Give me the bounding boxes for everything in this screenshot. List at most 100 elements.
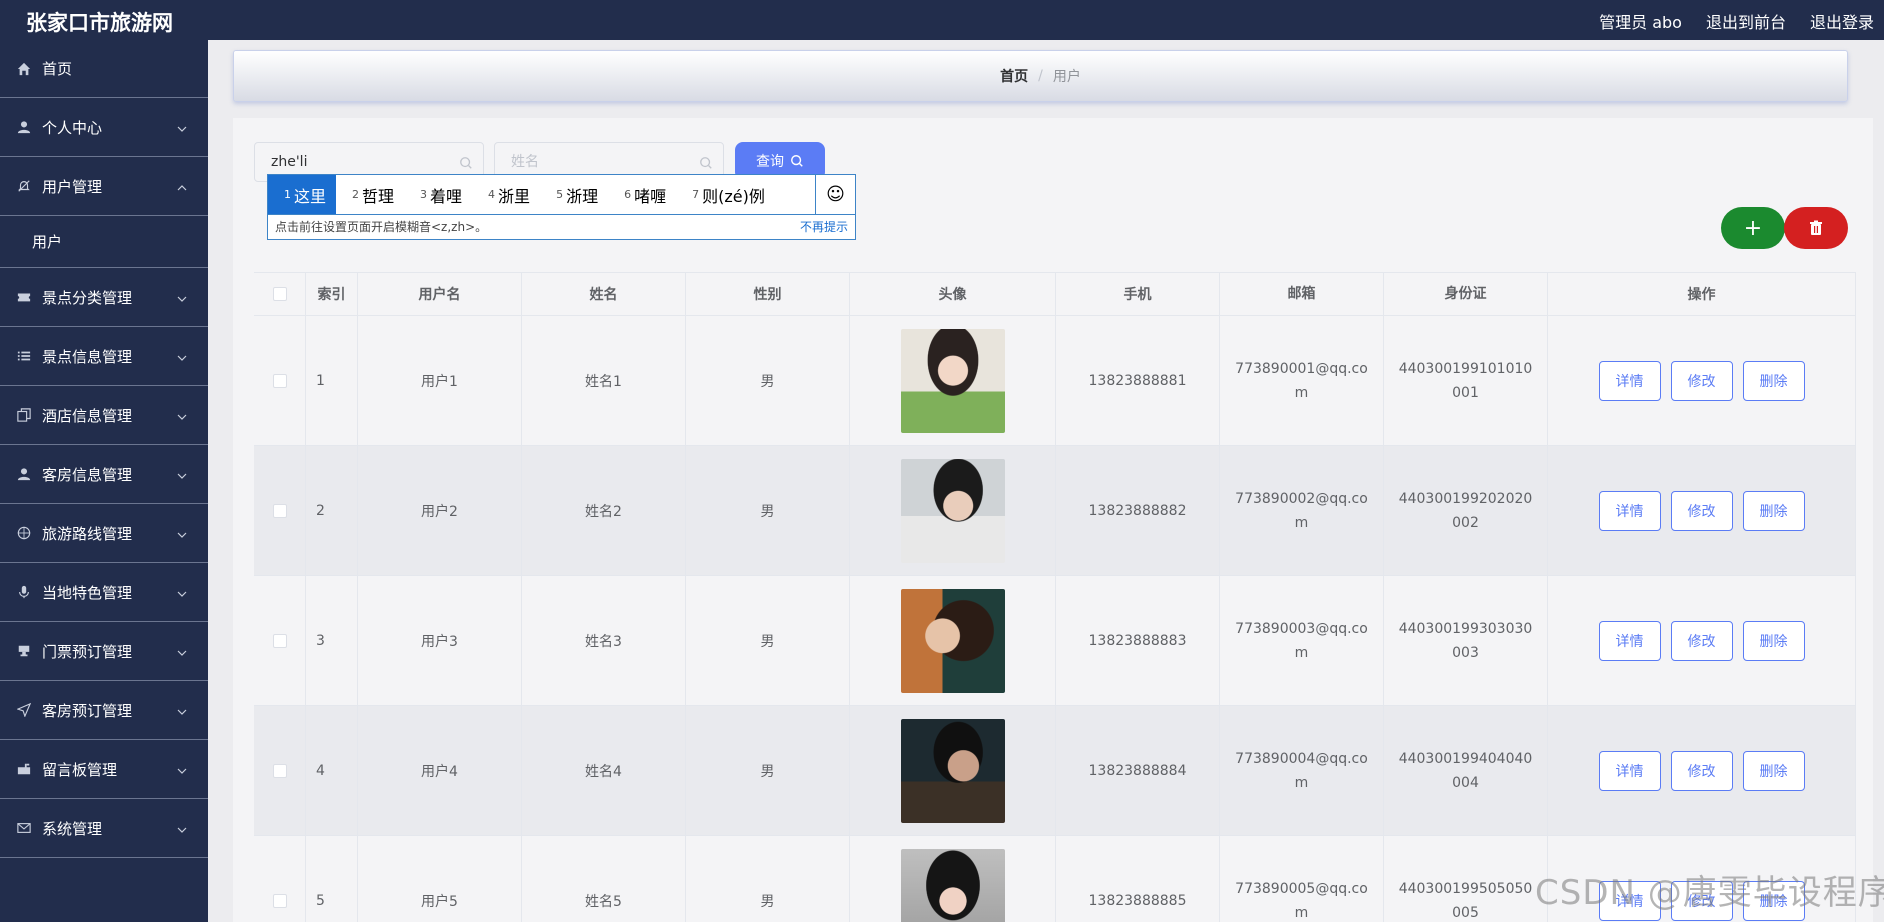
ime-candidate-list: 1 这里 2 哲理 3 着哩 4 浙里 5 浙理 6 啫喱 7 则(zé)例 ☺: [268, 175, 855, 215]
cell-avatar: [850, 446, 1056, 575]
detail-button[interactable]: 详情: [1598, 360, 1661, 401]
row-select-cell: [254, 706, 306, 835]
chevron-down-icon: [176, 822, 188, 834]
add-button[interactable]: +: [1721, 207, 1785, 249]
sidebar-item[interactable]: 系统管理: [0, 799, 208, 858]
search-icon: [460, 157, 472, 169]
sidebar-item[interactable]: 客房信息管理: [0, 445, 208, 504]
batch-delete-button[interactable]: [1784, 207, 1848, 249]
ime-hint-bar: 点击前往设置页面开启模糊音<z,zh>。 不再提示: [268, 215, 855, 238]
cell-phone: 13823888881: [1056, 316, 1220, 445]
sidebar-item-label: 当地特色管理: [42, 583, 133, 602]
exit-to-front-link[interactable]: 退出到前台: [1706, 9, 1786, 33]
plus-icon: +: [1743, 215, 1763, 241]
cell-email: 773890001@qq.com: [1220, 316, 1384, 445]
detail-button[interactable]: 详情: [1598, 490, 1661, 531]
logout-link[interactable]: 退出登录: [1810, 9, 1874, 33]
cell-sex: 男: [686, 706, 850, 835]
delete-button[interactable]: 删除: [1742, 360, 1805, 401]
header-avatar: 头像: [850, 273, 1056, 315]
ime-candidate[interactable]: 6 啫喱: [608, 175, 676, 214]
chevron-down-icon: [176, 527, 188, 539]
ime-candidate[interactable]: 4 浙里: [472, 175, 540, 214]
chevron-up-icon: [176, 180, 188, 192]
breadcrumb-home[interactable]: 首页: [1000, 66, 1028, 86]
ime-no-more-link[interactable]: 不再提示: [800, 218, 848, 235]
chevron-down-icon: [176, 468, 188, 480]
cell-ops: 详情 修改 删除: [1548, 576, 1856, 705]
chevron-down-icon: [176, 409, 188, 421]
edit-button[interactable]: 修改: [1670, 750, 1733, 791]
ime-candidate[interactable]: 7 则(zé)例: [676, 175, 775, 214]
edit-button[interactable]: 修改: [1670, 620, 1733, 661]
sidebar-item[interactable]: 景点分类管理: [0, 268, 208, 327]
breadcrumb-separator: /: [1038, 68, 1043, 84]
list-icon: [16, 348, 32, 364]
cell-username: 用户3: [358, 576, 522, 705]
admin-user-label: 管理员 abo: [1599, 13, 1682, 32]
ime-candidate[interactable]: 1 这里: [268, 175, 337, 214]
ime-hint-text[interactable]: 点击前往设置页面开启模糊音<z,zh>。: [275, 218, 487, 235]
avatar: [900, 718, 1005, 823]
row-checkbox[interactable]: [272, 503, 287, 518]
cell-sex: 男: [686, 446, 850, 575]
ime-candidate[interactable]: 3 着哩: [404, 175, 472, 214]
site-title: 张家口市旅游网: [26, 11, 173, 35]
ime-candidate-number: 4: [488, 188, 496, 201]
ime-candidate-number: 1: [284, 188, 291, 201]
row-checkbox[interactable]: [272, 633, 287, 648]
delete-button[interactable]: 删除: [1742, 490, 1805, 531]
row-select-cell: [254, 836, 306, 922]
delete-button[interactable]: 删除: [1742, 750, 1805, 791]
ime-candidate-text: 哲理: [362, 186, 395, 206]
chevron-down-icon: [176, 763, 188, 775]
home-icon: [16, 61, 32, 77]
cell-phone: 13823888885: [1056, 836, 1220, 922]
row-checkbox[interactable]: [272, 763, 287, 778]
detail-button[interactable]: 详情: [1598, 750, 1661, 791]
sidebar-item-label: 门票预订管理: [42, 642, 133, 661]
cell-name: 姓名3: [522, 576, 686, 705]
mic-icon: [16, 584, 32, 600]
detail-button[interactable]: 详情: [1598, 620, 1661, 661]
copy-icon: [16, 407, 32, 423]
cell-index: 2: [306, 446, 358, 575]
row-select-cell: [254, 576, 306, 705]
chevron-down-icon: [176, 291, 188, 303]
edit-button[interactable]: 修改: [1670, 360, 1733, 401]
sidebar-item[interactable]: 用户管理: [0, 157, 208, 216]
sidebar-item[interactable]: 酒店信息管理: [0, 386, 208, 445]
table-row: 3 用户3 姓名3 男 13823888883 773890003@qq.com 44030…: [254, 576, 1856, 706]
delete-button[interactable]: 删除: [1742, 620, 1805, 661]
cell-name: 姓名5: [522, 836, 686, 922]
cell-avatar: [850, 706, 1056, 835]
search-icon: [700, 157, 712, 169]
edit-button[interactable]: 修改: [1670, 490, 1733, 531]
cell-ops: 详情 修改 删除: [1548, 706, 1856, 835]
row-checkbox[interactable]: [272, 893, 287, 908]
sidebar-item[interactable]: 留言板管理: [0, 740, 208, 799]
chevron-down-icon: [176, 645, 188, 657]
sidebar-item[interactable]: 客房预订管理: [0, 681, 208, 740]
sidebar-item[interactable]: 景点信息管理: [0, 327, 208, 386]
sidebar-item[interactable]: 用户: [0, 216, 208, 268]
ime-candidate[interactable]: 5 浙理: [540, 175, 608, 214]
sidebar-item[interactable]: 门票预订管理: [0, 622, 208, 681]
ime-candidate-text: 浙里: [498, 186, 531, 206]
person-icon: [16, 119, 32, 135]
row-checkbox[interactable]: [272, 373, 287, 388]
sidebar-item[interactable]: 首页: [0, 40, 208, 98]
emoji-icon[interactable]: ☺: [815, 175, 855, 214]
sidebar-item[interactable]: 旅游路线管理: [0, 504, 208, 563]
cell-email: 773890003@qq.com: [1220, 576, 1384, 705]
table-row: 1 用户1 姓名1 男 13823888881 773890001@qq.com 44030…: [254, 316, 1856, 446]
header-sex: 性别: [686, 273, 850, 315]
sidebar-item[interactable]: 当地特色管理: [0, 563, 208, 622]
sidebar-item[interactable]: 个人中心: [0, 98, 208, 157]
sidebar-item-label: 用户: [32, 233, 63, 251]
ime-candidate-text: 啫喱: [634, 186, 667, 206]
ime-candidate[interactable]: 2 哲理: [336, 175, 404, 214]
search-icon: [791, 155, 803, 167]
cell-username: 用户4: [358, 706, 522, 835]
select-all-checkbox[interactable]: [272, 287, 287, 301]
